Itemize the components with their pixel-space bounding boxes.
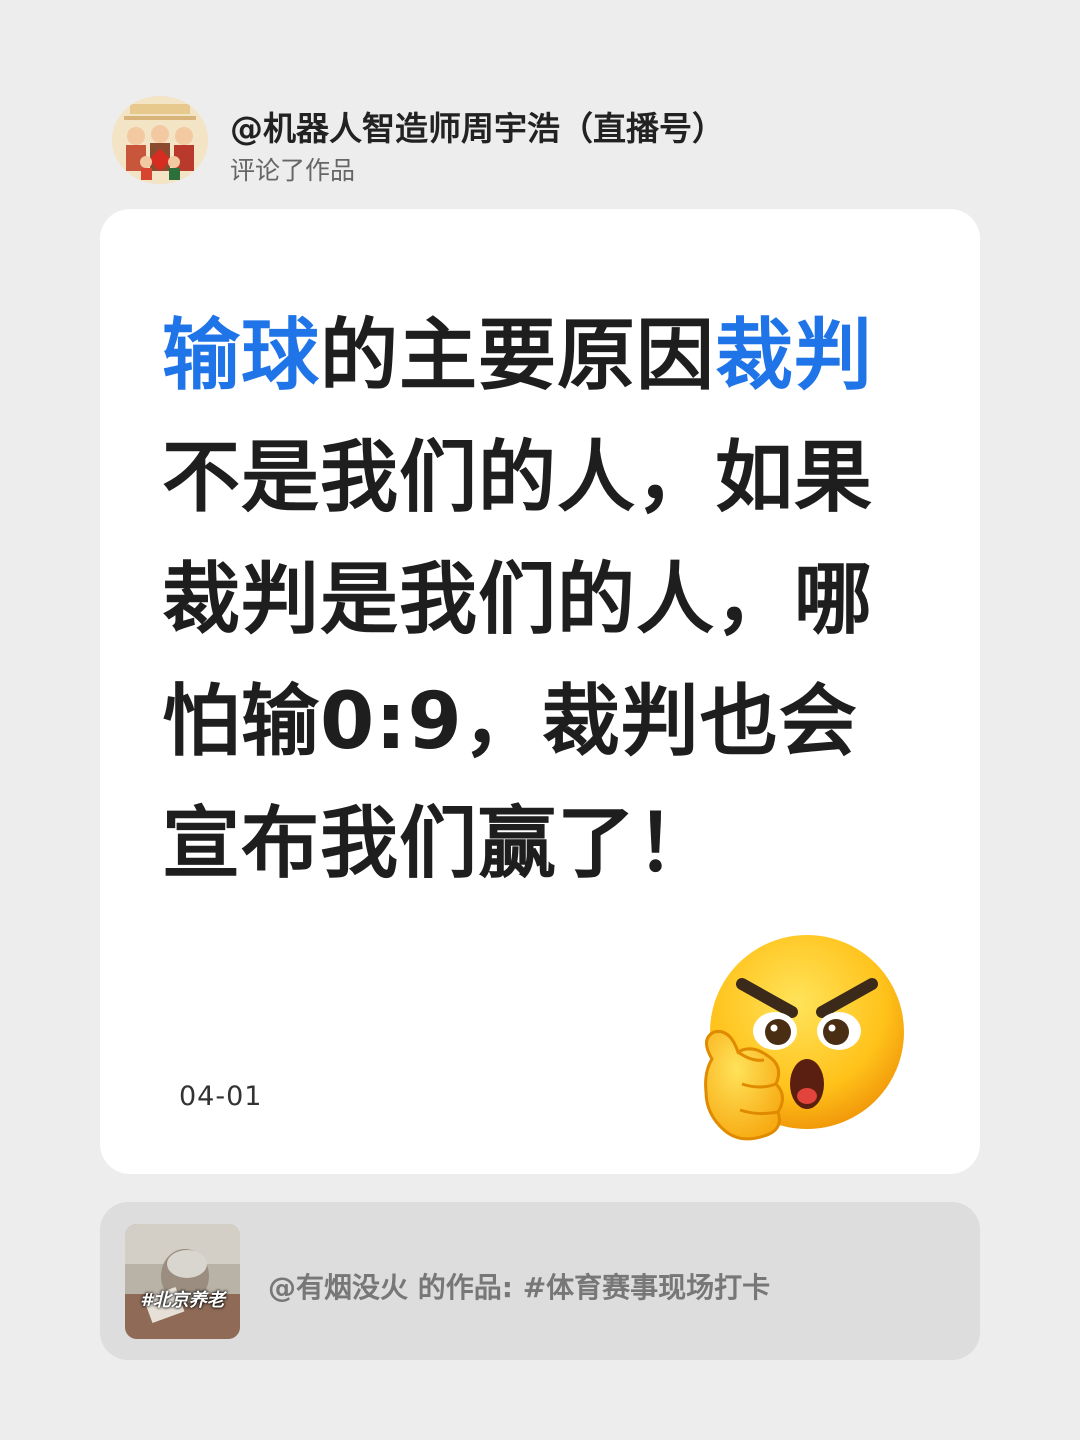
comment-highlight: 裁判 — [715, 311, 874, 401]
comment-text: 输球的主要原因裁判不是我们的人，如果裁判是我们的人，哪怕输0:9，裁判也会宣布我… — [162, 295, 932, 905]
comment-segment: 的主要原因 — [320, 311, 716, 401]
referenced-work[interactable]: #北京养老 @有烟没火 的作品: #体育赛事现场打卡 — [100, 1202, 980, 1360]
work-thumbnail[interactable]: #北京养老 — [125, 1224, 240, 1339]
comment-header: @机器人智造师周宇浩（直播号） 评论了作品 — [112, 96, 992, 188]
comment-date: 04-01 — [179, 1081, 263, 1112]
user-avatar[interactable] — [112, 96, 208, 184]
comment-highlight: 输球 — [162, 311, 321, 401]
family-portrait-avatar — [112, 96, 208, 184]
elderly-person-photo — [125, 1224, 240, 1339]
angry-thinking-face-icon — [704, 935, 904, 1141]
comment-card: 输球的主要原因裁判不是我们的人，如果裁判是我们的人，哪怕输0:9，裁判也会宣布我… — [100, 209, 980, 1174]
referenced-work-title[interactable]: @有烟没火 的作品: #体育赛事现场打卡 — [268, 1266, 770, 1306]
username[interactable]: @机器人智造师周宇浩（直播号） — [230, 102, 725, 150]
action-label: 评论了作品 — [230, 156, 356, 185]
thumbnail-tag: #北京养老 — [140, 1290, 225, 1311]
comment-segment: 不是我们的人，如果裁判是我们的人，哪怕输0:9，裁判也会宣布我们赢了！ — [162, 433, 874, 889]
